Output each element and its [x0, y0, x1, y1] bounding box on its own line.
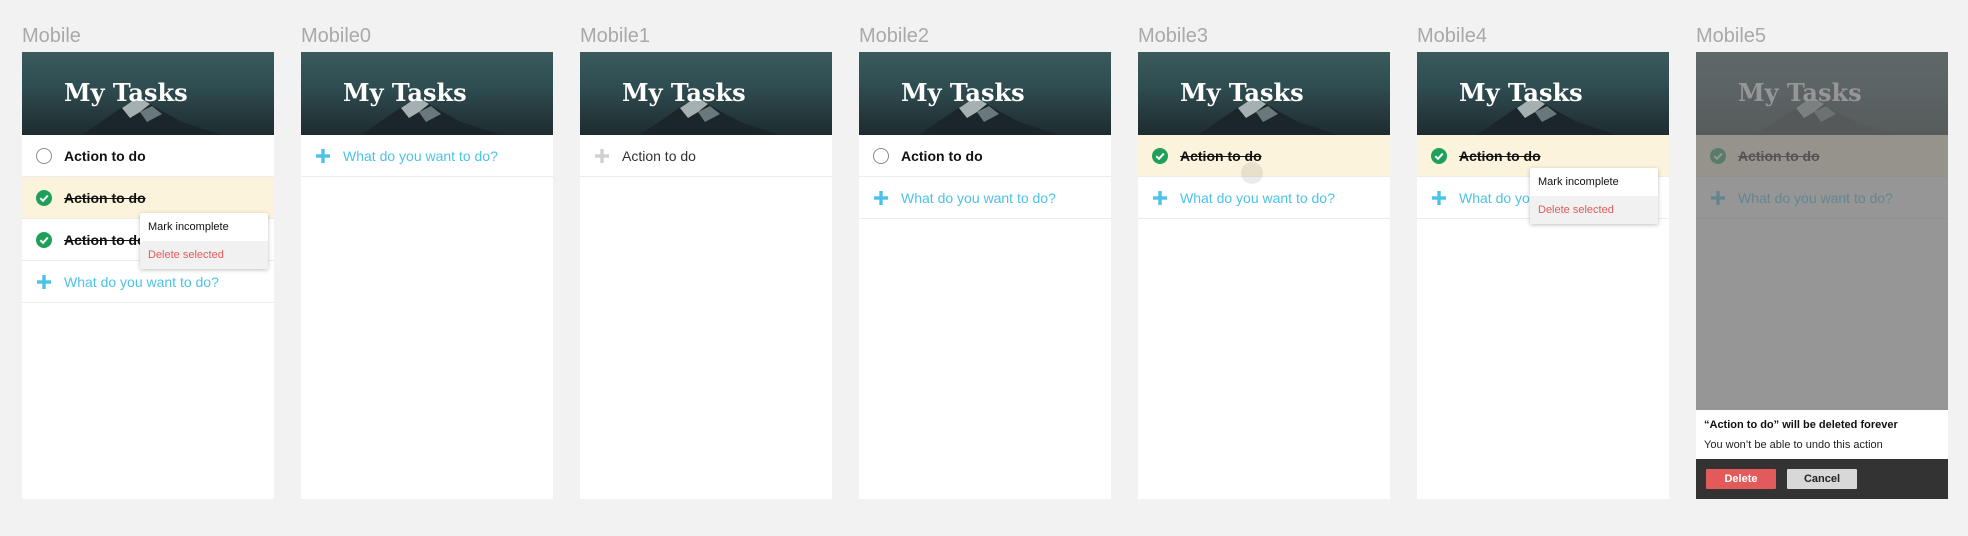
- dialog-title: “Action to do” will be deleted forever: [1704, 419, 1898, 431]
- new-task-input[interactable]: What do you want to do?: [64, 274, 219, 290]
- context-menu: Mark incomplete Delete selected: [140, 213, 268, 269]
- phone-screen: My Tasks Action to do Action to do Actio…: [22, 52, 274, 499]
- task-row[interactable]: Action to do: [22, 135, 274, 177]
- frame-label: Mobile0: [301, 25, 372, 47]
- phone-screen: My Tasks Action to do What do you want t…: [1138, 52, 1390, 499]
- dialog-actions: Delete Cancel: [1696, 459, 1948, 499]
- check-circle-icon[interactable]: [36, 232, 52, 248]
- plus-icon[interactable]: [594, 148, 610, 164]
- radio-empty-icon[interactable]: [873, 148, 889, 164]
- cancel-button[interactable]: Cancel: [1787, 469, 1857, 489]
- delete-button[interactable]: Delete: [1706, 469, 1776, 489]
- task-label: Action to do: [901, 148, 983, 164]
- phone-screen: My Tasks What do you want to do?: [301, 52, 553, 499]
- app-title: My Tasks: [901, 78, 1025, 107]
- plus-icon[interactable]: [1152, 190, 1168, 206]
- plus-icon[interactable]: [1431, 190, 1447, 206]
- frame-label: Mobile5: [1696, 25, 1767, 47]
- app-title: My Tasks: [1180, 78, 1304, 107]
- header-hero: My Tasks: [1138, 52, 1390, 135]
- frame-label: Mobile2: [859, 25, 930, 47]
- app-title: My Tasks: [622, 78, 746, 107]
- phone-screen: My Tasks Action to do: [580, 52, 832, 499]
- header-hero: My Tasks: [859, 52, 1111, 135]
- context-menu: Mark incomplete Delete selected: [1530, 168, 1658, 224]
- frame-label: Mobile: [22, 25, 81, 47]
- mark-incomplete-item[interactable]: Mark incomplete: [1530, 168, 1658, 196]
- task-label: Action to do: [64, 190, 146, 206]
- dialog-body: You won’t be able to undo this action: [1704, 439, 1883, 451]
- plus-icon[interactable]: [873, 190, 889, 206]
- new-task-input[interactable]: What do you want to do?: [901, 190, 1056, 206]
- new-task-row[interactable]: Action to do: [580, 135, 832, 177]
- phone-screen: My Tasks Action to do What do you want t…: [1417, 52, 1669, 499]
- check-circle-icon[interactable]: [1431, 148, 1447, 164]
- task-label: Action to do: [1459, 148, 1541, 164]
- app-title: My Tasks: [64, 78, 188, 107]
- new-task-input[interactable]: Action to do: [622, 148, 696, 164]
- new-task-row[interactable]: What do you want to do?: [1138, 177, 1390, 219]
- frame-label: Mobile3: [1138, 25, 1209, 47]
- new-task-row[interactable]: What do you want to do?: [859, 177, 1111, 219]
- task-row[interactable]: Action to do: [1138, 135, 1390, 184]
- app-title: My Tasks: [343, 78, 467, 107]
- task-label: Action to do: [64, 148, 146, 164]
- new-task-input[interactable]: What do you want to do?: [343, 148, 498, 164]
- check-circle-icon[interactable]: [36, 190, 52, 206]
- new-task-input[interactable]: What do you want to do?: [1180, 190, 1335, 206]
- app-title: My Tasks: [1459, 78, 1583, 107]
- phone-screen: My Tasks Action to do What do you want t…: [1696, 52, 1948, 499]
- mark-incomplete-item[interactable]: Mark incomplete: [140, 213, 268, 241]
- task-row[interactable]: Action to do: [859, 135, 1111, 177]
- plus-icon[interactable]: [315, 148, 331, 164]
- radio-empty-icon[interactable]: [36, 148, 52, 164]
- header-hero: My Tasks: [301, 52, 553, 135]
- frame-label: Mobile1: [580, 25, 651, 47]
- task-label: Action to do: [64, 232, 146, 248]
- delete-selected-item[interactable]: Delete selected: [140, 241, 268, 269]
- delete-dialog: “Action to do” will be deleted forever Y…: [1696, 410, 1948, 499]
- frame-label: Mobile4: [1417, 25, 1488, 47]
- phone-screen: My Tasks Action to do What do you want t…: [859, 52, 1111, 499]
- header-hero: My Tasks: [1417, 52, 1669, 135]
- delete-selected-item[interactable]: Delete selected: [1530, 196, 1658, 224]
- header-hero: My Tasks: [22, 52, 274, 135]
- plus-icon[interactable]: [36, 274, 52, 290]
- check-circle-icon[interactable]: [1152, 148, 1168, 164]
- header-hero: My Tasks: [580, 52, 832, 135]
- dialog-content: “Action to do” will be deleted forever Y…: [1696, 410, 1948, 459]
- new-task-row[interactable]: What do you want to do?: [301, 135, 553, 177]
